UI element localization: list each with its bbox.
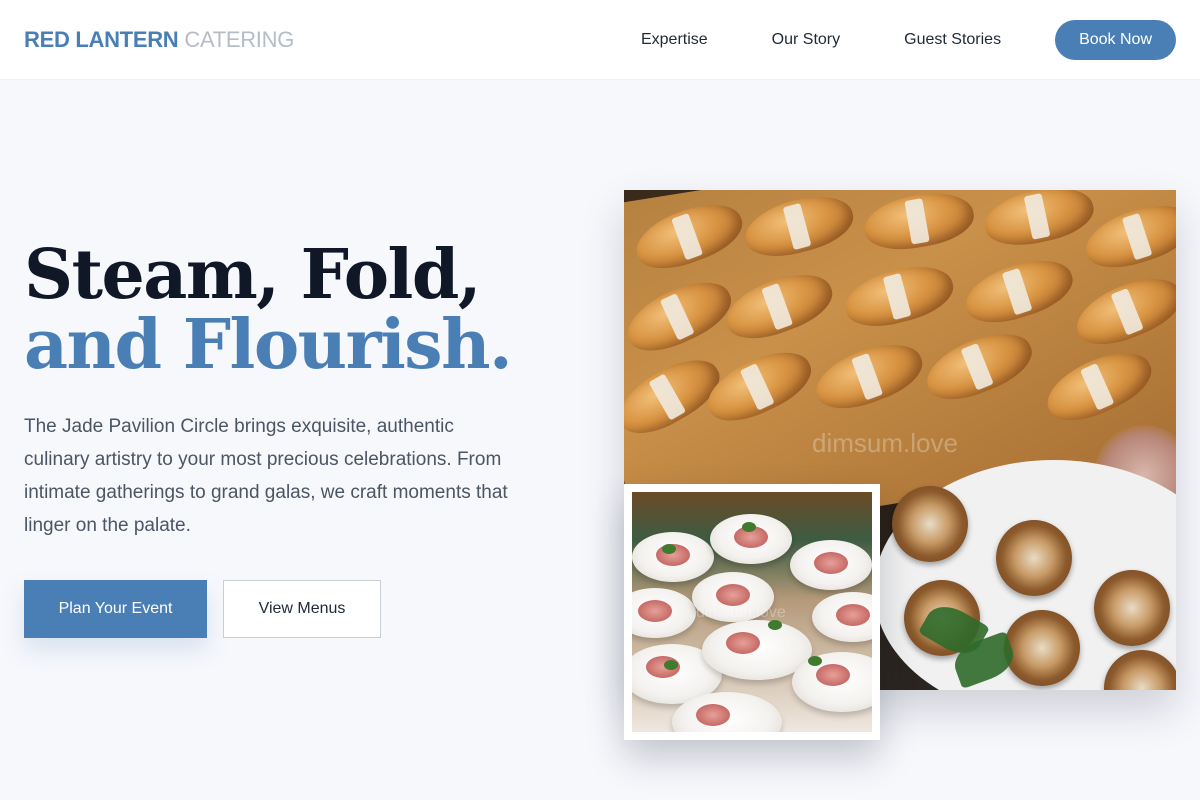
tart [1004,610,1080,686]
view-menus-button[interactable]: View Menus [223,580,381,638]
site-header: RED LANTERN CATERING Expertise Our Story… [0,0,1200,80]
appetizer-bowl [632,532,714,582]
appetizer-bowl [792,652,872,712]
tart [996,520,1072,596]
hero-inset-photo-frame: dimsum.love [624,484,880,740]
nav-link-guest-stories[interactable]: Guest Stories [886,20,1020,59]
appetizer-bowl [632,588,696,638]
brand-name-secondary: CATERING [184,26,295,52]
plan-your-event-button[interactable]: Plan Your Event [24,580,207,638]
appetizer-bowl [790,540,872,590]
herb-garnish [664,660,678,670]
main-nav: Expertise Our Story Guest Stories Book N… [622,19,1176,60]
hero-title-line-1: Steam, Fold, [24,235,482,315]
herb-garnish [662,544,676,554]
nav-link-expertise[interactable]: Expertise [622,20,726,59]
book-now-button[interactable]: Book Now [1055,19,1176,60]
nav-link-our-story[interactable]: Our Story [753,20,859,59]
hero-title-line-2: and Flourish. [24,305,513,385]
brand-logo[interactable]: RED LANTERN CATERING [24,27,294,53]
main-photo-watermark: dimsum.love [812,428,958,458]
herb-garnish [742,522,756,532]
herb-garnish [808,656,822,666]
brand-name-primary: RED LANTERN [24,26,179,52]
hero-title: Steam, Fold, and Flourish. [24,235,513,385]
inset-photo-watermark: dimsum.love [696,604,786,621]
hero-cta-group: Plan Your Event View Menus [24,580,381,638]
tart [1094,570,1170,646]
hero-description: The Jade Pavilion Circle brings exquisit… [24,416,508,536]
tart [892,486,968,562]
appetizer-bowl [812,592,872,642]
hero-inset-photo: dimsum.love [632,492,872,732]
